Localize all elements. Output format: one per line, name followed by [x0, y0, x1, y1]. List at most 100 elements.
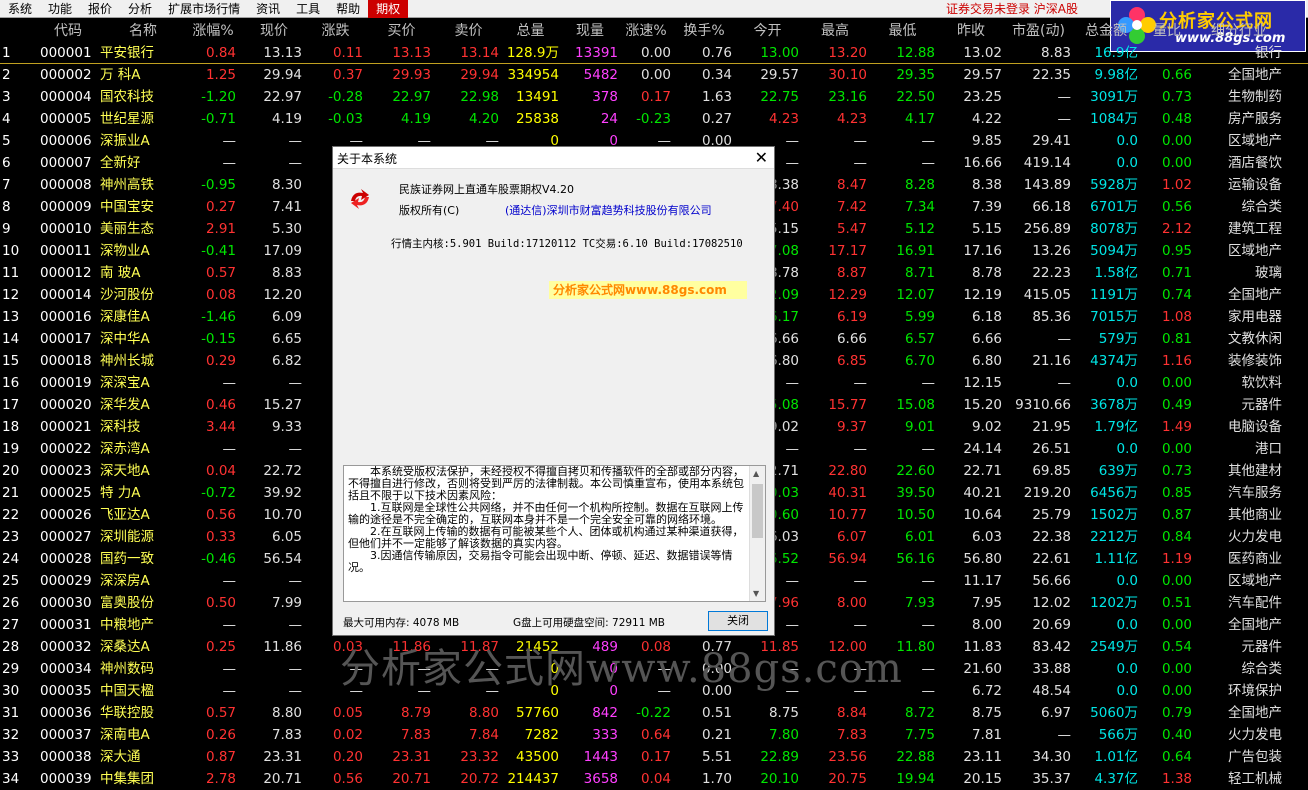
table-cell: 7	[2, 177, 11, 193]
column-header[interactable]: 现量	[562, 18, 618, 44]
table-row[interactable]: 32 000037 深南电A 0.26 7.83 0.02 7.83 7.84 7282 333 0…	[0, 724, 1308, 746]
table-cell: 6.03	[971, 529, 1002, 545]
table-cell: 深科技	[100, 419, 141, 435]
table-cell: 综合类	[1241, 199, 1283, 215]
table-cell: 5	[2, 133, 11, 149]
table-cell: —	[1057, 375, 1072, 391]
menu-item[interactable]: 报价	[80, 0, 120, 18]
table-cell: 0.76	[701, 45, 732, 61]
table-cell: -0.41	[201, 243, 236, 259]
table-row[interactable]: 30 000035 中国天楹 — — — — —0 0—0.00— — —6.72 48.54 0.0 0…	[0, 680, 1308, 702]
table-cell: —	[485, 661, 500, 677]
table-cell: 8078万	[1090, 221, 1138, 237]
disk-info: G盘上可用硬盘空间: 72911 MB	[513, 617, 666, 629]
table-row[interactable]: 4 000005 世纪星源 -0.71 4.19 -0.03 4.19 4.20 25838 24…	[0, 108, 1308, 130]
disclaimer-box[interactable]: 本系统受版权法保护，未经授权不得擅自拷贝和传播软件的全部或部分内容，不得擅自进行…	[343, 465, 766, 602]
table-cell: —	[657, 661, 672, 677]
menu-item[interactable]: 工具	[288, 0, 328, 18]
disclaimer-scrollbar[interactable]: ▲ ▼	[749, 466, 765, 601]
table-cell: 23	[2, 529, 20, 545]
table-cell: 深大通	[100, 749, 141, 765]
table-cell: 0.26	[205, 727, 236, 743]
table-cell: 8.38	[971, 177, 1002, 193]
scroll-thumb[interactable]	[752, 484, 763, 538]
column-header[interactable]: 现价	[246, 18, 302, 44]
dialog-titlebar[interactable]: 关于本系统 ✕	[333, 147, 774, 169]
column-header[interactable]: 量比	[1142, 18, 1192, 44]
table-row[interactable]: 29 000034 神州数码 — — — — — 0 0 — 0.00 — — — 21.60 33.88 0.0…	[0, 658, 1308, 680]
table-cell: —	[853, 661, 868, 677]
table-cell: 21452	[516, 639, 559, 655]
table-cell: 000026	[40, 507, 92, 523]
table-cell: 9.85	[971, 133, 1002, 149]
table-row[interactable]: 3 000004 国农科技 -1.20 22.97 -0.28 22.97 22.98 1349…	[0, 86, 1308, 108]
column-header[interactable]: 最低	[870, 18, 935, 44]
column-header[interactable]: 卖价	[438, 18, 499, 44]
column-header[interactable]: 细分行业	[1196, 18, 1282, 44]
column-header[interactable]: 昨收	[940, 18, 1002, 44]
table-cell: 000012	[40, 265, 92, 281]
table-cell: 0	[609, 683, 618, 699]
table-cell: 元器件	[1241, 639, 1283, 655]
table-cell: 23.25	[963, 89, 1002, 105]
menu-item[interactable]: 帮助	[328, 0, 368, 18]
table-cell: 5.47	[836, 221, 867, 237]
table-cell: 20.71	[392, 771, 431, 787]
close-button[interactable]: 关闭	[708, 611, 768, 631]
table-cell: 43500	[516, 749, 559, 765]
scroll-up-icon[interactable]: ▲	[753, 469, 759, 478]
table-row[interactable]: 34 000039 中集集团 2.78 20.71 0.56 20.71 20.72 21443…	[0, 768, 1308, 790]
table-cell: 8.87	[836, 265, 867, 281]
column-header[interactable]: 最高	[803, 18, 867, 44]
column-header[interactable]: 涨速%	[621, 18, 671, 44]
column-header[interactable]: 代码	[40, 18, 96, 44]
disclaimer-paragraph: 3.因通信传输原因，交易指令可能会出现中断、停顿、延迟、数据错误等情况。	[348, 549, 733, 574]
table-row[interactable]: 28 000032 深桑达A 0.25 11.86 0.03 11.86 11.87 21452…	[0, 636, 1308, 658]
table-row[interactable]: 31 000036 华联控股 0.57 8.80 0.05 8.79 8.80 57760 842…	[0, 702, 1308, 724]
table-row[interactable]: 1 000001 平安银行 0.84 13.13 0.11 13.13 13.14 128.9万…	[0, 42, 1308, 64]
column-header[interactable]: 市盈(动)	[1006, 18, 1071, 44]
column-header[interactable]: 涨幅%	[190, 18, 236, 44]
table-cell: 18	[2, 419, 20, 435]
menu-item[interactable]: 功能	[40, 0, 80, 18]
table-cell: 0.00	[640, 67, 671, 83]
table-cell: —	[417, 661, 432, 677]
menu-item[interactable]: 资讯	[248, 0, 288, 18]
table-cell: 0.21	[701, 727, 732, 743]
menu-item[interactable]: 分析	[120, 0, 160, 18]
table-cell: —	[349, 661, 364, 677]
table-cell: 1.01亿	[1094, 749, 1138, 765]
table-cell: 环境保护	[1228, 683, 1282, 699]
table-cell: 7.83	[271, 727, 302, 743]
table-cell: 0.71	[1161, 265, 1192, 281]
column-header[interactable]: 涨跌	[308, 18, 363, 44]
column-header[interactable]: 今开	[736, 18, 799, 44]
table-cell: 34.30	[1032, 749, 1071, 765]
table-row[interactable]: 33 000038 深大通 0.87 23.31 0.20 23.31 23.32 43500 1…	[0, 746, 1308, 768]
table-cell: -0.72	[201, 485, 236, 501]
column-header[interactable]: 总金额	[1074, 18, 1138, 44]
column-header[interactable]: 换手%	[676, 18, 732, 44]
column-header[interactable]: 买价	[372, 18, 431, 44]
table-cell: 000030	[40, 595, 92, 611]
column-header[interactable]: 总量	[502, 18, 559, 44]
table-cell: —	[921, 573, 936, 589]
table-cell: 5928万	[1090, 177, 1138, 193]
table-cell: —	[921, 155, 936, 171]
table-cell: —	[921, 661, 936, 677]
table-cell: 29.35	[896, 67, 935, 83]
column-header[interactable]: 名称	[100, 18, 186, 44]
menu-item[interactable]: 扩展市场行情	[160, 0, 248, 18]
table-cell: —	[288, 683, 303, 699]
menu-item[interactable]: 系统	[0, 0, 40, 18]
close-icon[interactable]: ✕	[755, 148, 768, 167]
menu-item[interactable]: 期权	[368, 0, 409, 18]
scroll-down-icon[interactable]: ▼	[753, 589, 759, 598]
table-cell: 842	[592, 705, 618, 721]
table-cell: 000011	[40, 243, 92, 259]
table-cell: 22.97	[263, 89, 302, 105]
table-cell: 1084万	[1090, 111, 1138, 127]
table-cell: 1502万	[1090, 507, 1138, 523]
table-cell: 11.17	[963, 573, 1002, 589]
table-row[interactable]: 2 000002 万 科A 1.25 29.94 0.37 29.93 29.94 334954…	[0, 64, 1308, 86]
